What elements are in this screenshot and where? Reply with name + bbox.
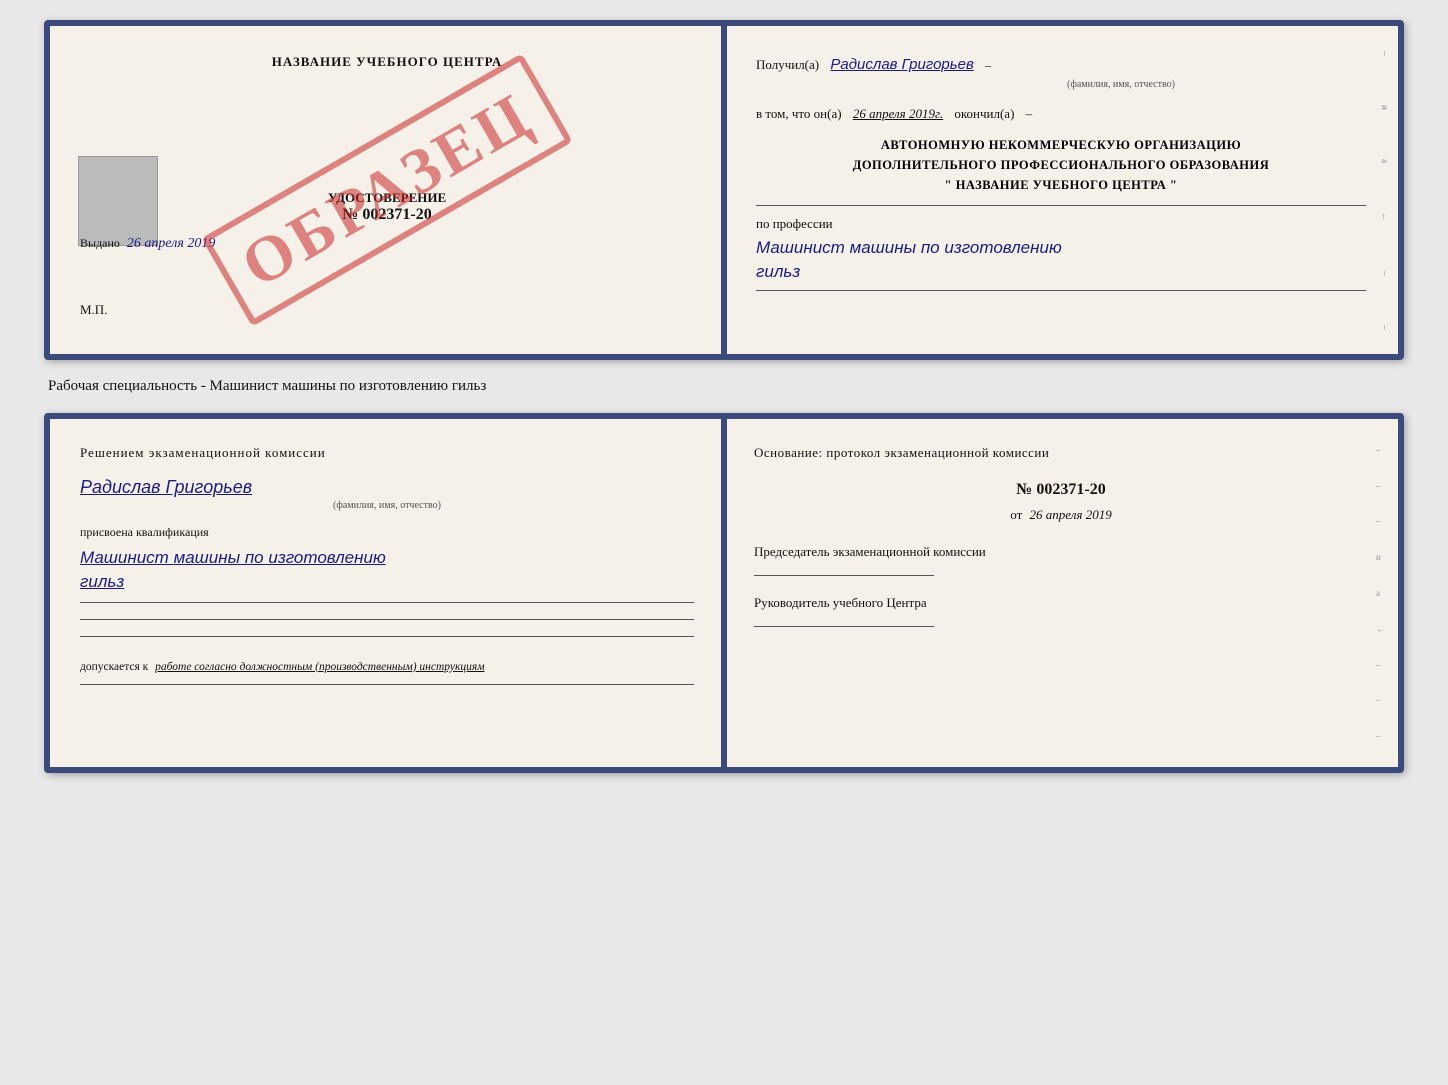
edash3: – bbox=[1376, 516, 1392, 526]
profession-value1: Машинист машины по изготовлению bbox=[756, 236, 1366, 260]
edash1: – bbox=[1376, 445, 1392, 455]
dash1: – bbox=[985, 58, 991, 72]
chairman-signature-line bbox=[754, 575, 934, 576]
edash5: а bbox=[1376, 588, 1392, 598]
date-value: 26 апреля 2019г. bbox=[853, 106, 943, 121]
photo-placeholder bbox=[78, 156, 158, 246]
qualification-value1: Машинист машины по изготовлению bbox=[80, 546, 694, 570]
protocol-number: № 002371-20 bbox=[754, 481, 1368, 499]
mark2: и bbox=[1372, 105, 1390, 110]
date-prefix: от bbox=[1010, 507, 1022, 522]
chairman-block: Председатель экзаменационной комиссии bbox=[754, 543, 1368, 576]
date-label: в том, что он(а) bbox=[756, 106, 842, 121]
director-block: Руководитель учебного Центра bbox=[754, 594, 1368, 627]
osnovaniye-title: Основание: протокол экзаменационной коми… bbox=[754, 445, 1368, 461]
person-name-sublabel: (фамилия, имя, отчество) bbox=[80, 500, 694, 511]
doc1-left: НАЗВАНИЕ УЧЕБНОГО ЦЕНТРА ОБРАЗЕЦ УДОСТОВ… bbox=[50, 26, 724, 354]
org-line1: АВТОНОМНУЮ НЕКОММЕРЧЕСКУЮ ОРГАНИЗАЦИЮ bbox=[756, 135, 1366, 155]
dash2: – bbox=[1026, 106, 1033, 121]
right-edge-marks-bottom: – – – и а ← – – – bbox=[1376, 419, 1392, 767]
dopusk-prefix: допускается к bbox=[80, 661, 148, 673]
cert-number: № 002371-20 bbox=[82, 206, 692, 224]
profession-label: по профессии bbox=[756, 216, 1366, 232]
recipient-name: Радислав Григорьев bbox=[830, 56, 973, 73]
recipient-row: Получил(а) Радислав Григорьев – (фамилия… bbox=[756, 54, 1366, 92]
protocol-date-value: 26 апреля 2019 bbox=[1030, 507, 1112, 522]
qualification-label: присвоена квалификация bbox=[80, 525, 694, 540]
org-block: АВТОНОМНУЮ НЕКОММЕРЧЕСКУЮ ОРГАНИЗАЦИЮ ДО… bbox=[756, 135, 1366, 195]
right-edge-marks: – и а ← – – bbox=[1372, 26, 1390, 354]
cert-number-block: УДОСТОВЕРЕНИЕ № 002371-20 bbox=[82, 190, 692, 224]
org-line2: ДОПОЛНИТЕЛЬНОГО ПРОФЕССИОНАЛЬНОГО ОБРАЗО… bbox=[756, 155, 1366, 175]
chairman-title: Председатель экзаменационной комиссии bbox=[754, 543, 1368, 561]
received-label: Получил(а) bbox=[756, 57, 819, 72]
dopusk-line bbox=[80, 684, 694, 685]
mp-label: М.П. bbox=[80, 302, 215, 318]
cert-stamp-area: Выдано 26 апреля 2019 М.П. bbox=[80, 236, 215, 318]
issued-date: 26 апреля 2019 bbox=[127, 236, 215, 251]
qualification-value2: гильз bbox=[80, 570, 694, 594]
bottom-document: Решением экзаменационной комиссии Радисл… bbox=[44, 413, 1404, 773]
mark4: ← bbox=[1372, 212, 1390, 221]
doc2-right: Основание: протокол экзаменационной коми… bbox=[724, 419, 1398, 767]
name-sublabel: (фамилия, имя, отчество) bbox=[876, 77, 1366, 92]
cert-label: УДОСТОВЕРЕНИЕ bbox=[82, 190, 692, 206]
edash7: – bbox=[1376, 660, 1392, 670]
cert-title: НАЗВАНИЕ УЧЕБНОГО ЦЕНТРА bbox=[82, 54, 692, 70]
protocol-date: от 26 апреля 2019 bbox=[754, 507, 1368, 523]
dopusk-text: допускается к работе согласно должностны… bbox=[80, 659, 694, 676]
edash6: ← bbox=[1376, 624, 1392, 634]
person-name-block: Радислав Григорьев (фамилия, имя, отчест… bbox=[80, 477, 694, 511]
between-label: Рабочая специальность - Машинист машины … bbox=[44, 378, 486, 395]
top-document: НАЗВАНИЕ УЧЕБНОГО ЦЕНТРА ОБРАЗЕЦ УДОСТОВ… bbox=[44, 20, 1404, 360]
dopusk-italic: работе согласно должностным (производств… bbox=[155, 661, 484, 673]
org-name: " НАЗВАНИЕ УЧЕБНОГО ЦЕНТРА " bbox=[756, 175, 1366, 195]
edash2: – bbox=[1376, 481, 1392, 491]
director-title: Руководитель учебного Центра bbox=[754, 594, 1368, 612]
doc1-right: Получил(а) Радислав Григорьев – (фамилия… bbox=[724, 26, 1398, 354]
commission-title: Решением экзаменационной комиссии bbox=[80, 445, 694, 461]
profession-value2: гильз bbox=[756, 260, 1366, 284]
divider-line1 bbox=[756, 205, 1366, 206]
issued-label: Выдано 26 апреля 2019 bbox=[80, 236, 215, 252]
qual-line3 bbox=[80, 636, 694, 637]
mark3: а bbox=[1372, 159, 1390, 163]
document-container: НАЗВАНИЕ УЧЕБНОГО ЦЕНТРА ОБРАЗЕЦ УДОСТОВ… bbox=[44, 20, 1404, 773]
qual-line1 bbox=[80, 602, 694, 603]
mark6: – bbox=[1372, 325, 1390, 330]
doc2-left: Решением экзаменационной комиссии Радисл… bbox=[50, 419, 724, 767]
director-signature-line bbox=[754, 626, 934, 627]
person-name: Радислав Григорьев bbox=[80, 477, 252, 497]
finished-label: окончил(а) bbox=[954, 106, 1014, 121]
profession-block: по профессии Машинист машины по изготовл… bbox=[756, 216, 1366, 291]
qual-line2 bbox=[80, 619, 694, 620]
edash4: и bbox=[1376, 552, 1392, 562]
edash8: – bbox=[1376, 695, 1392, 705]
mark5: – bbox=[1372, 271, 1390, 276]
mark1: – bbox=[1372, 51, 1390, 56]
profession-underline bbox=[756, 290, 1366, 291]
date-row: в том, что он(а) 26 апреля 2019г. окончи… bbox=[756, 104, 1366, 124]
edash9: – bbox=[1376, 731, 1392, 741]
